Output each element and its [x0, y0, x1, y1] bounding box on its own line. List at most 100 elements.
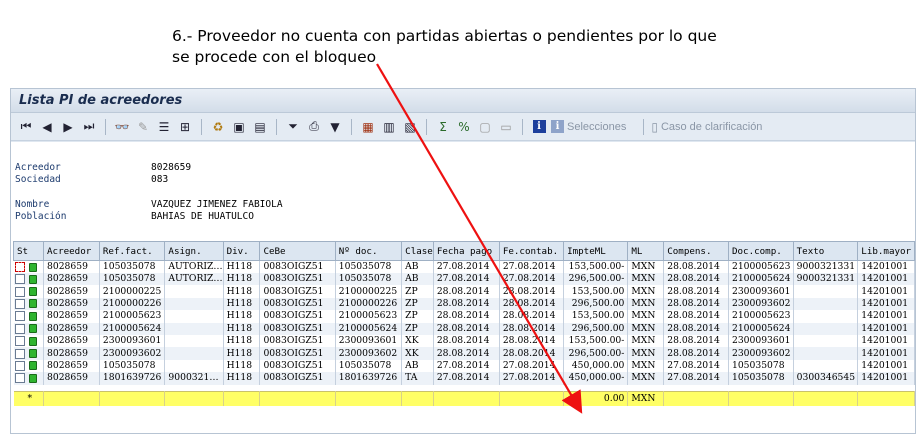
row-select-checkbox[interactable] — [14, 274, 25, 285]
table-cell: 8028659 — [43, 273, 100, 286]
status-wrap — [14, 311, 43, 322]
status-led-icon — [28, 361, 37, 371]
status-cell[interactable] — [13, 310, 45, 323]
row-select-checkbox[interactable] — [14, 298, 25, 309]
row-select-checkbox[interactable] — [14, 323, 25, 334]
sociedad-value: 083 — [151, 174, 169, 185]
column-header[interactable]: Lib.mayor — [857, 241, 915, 261]
status-cell[interactable] — [13, 322, 45, 335]
prev-page-icon[interactable]: ◀ — [38, 118, 56, 136]
status-cell[interactable] — [13, 273, 45, 286]
status-led-icon — [28, 287, 37, 297]
detail-icon[interactable]: ☰ — [155, 118, 173, 136]
document-icon[interactable]: ▤ — [251, 118, 269, 136]
table-cell: AUTORIZ… — [164, 273, 224, 286]
sum-icon[interactable]: Σ — [434, 118, 452, 136]
select-layout-icon[interactable]: ▥ — [380, 118, 398, 136]
column-header[interactable]: Clase — [401, 241, 434, 261]
table-cell: 8028659 — [43, 334, 100, 348]
layout-icon[interactable]: ▦ — [359, 118, 377, 136]
table-row[interactable]: 8028659 1801639726 9000321… H118 0083OIGZ51 1… — [13, 372, 915, 385]
export-icon[interactable]: ▢ — [476, 118, 494, 136]
first-page-icon[interactable]: ⏮ — [17, 118, 35, 136]
table-row[interactable]: 8028659 2100005623 H118 0083OIGZ51 210000562… — [13, 310, 915, 323]
table-row[interactable]: 8028659 2100005624 H118 0083OIGZ51 210000562… — [13, 322, 915, 335]
table-cell: H118 — [223, 359, 261, 373]
column-header[interactable]: Compens. — [663, 241, 729, 261]
selections-button[interactable]: i Selecciones — [551, 120, 626, 133]
table-cell: 0083OIGZ51 — [259, 334, 336, 348]
row-select-checkbox[interactable] — [14, 286, 25, 297]
last-page-icon[interactable]: ⏭ — [80, 118, 98, 136]
row-select-checkbox[interactable] — [14, 262, 25, 272]
table-cell — [793, 359, 859, 373]
print-icon[interactable]: ⎙ — [305, 118, 323, 136]
column-header[interactable]: Fecha pago — [432, 241, 500, 261]
change-icon[interactable]: ✎ — [134, 118, 152, 136]
status-cell[interactable] — [13, 297, 45, 311]
table-cell: 2100005624 — [335, 322, 403, 335]
items-table: St Acreedor Ref.fact. Asign. Div. CeBe Nº doc.… — [12, 241, 915, 406]
column-header[interactable]: Fe.contab. — [498, 241, 565, 261]
table-row[interactable]: 8028659 2300093601 H118 0083OIGZ51 230009360… — [13, 334, 915, 348]
status-led-icon — [28, 262, 37, 272]
column-header[interactable]: St — [12, 241, 45, 261]
table-cell: 8028659 — [43, 285, 100, 298]
refresh-icon[interactable]: ♻ — [209, 118, 227, 136]
status-cell[interactable] — [13, 285, 45, 298]
expand-icon[interactable]: ⊞ — [176, 118, 194, 136]
table-cell: 0083OIGZ51 — [259, 297, 336, 311]
status-led-icon — [28, 299, 37, 309]
total-cell — [499, 391, 565, 406]
table-cell: 27.08.2014 — [499, 273, 565, 286]
column-header[interactable]: Doc.comp. — [727, 241, 794, 261]
next-page-icon[interactable]: ▶ — [59, 118, 77, 136]
table-cell: 105035078 — [728, 372, 794, 385]
column-header[interactable]: Nº doc. — [334, 241, 403, 261]
status-wrap — [14, 298, 43, 309]
annotation-text: 6.- Proveedor no cuenta con partidas abi… — [172, 26, 717, 68]
table-cell: 8028659 — [43, 310, 100, 323]
column-header[interactable]: CeBe — [259, 241, 336, 261]
table-cell: 0083OIGZ51 — [259, 260, 336, 273]
table-cell: 2300093601 — [99, 334, 166, 348]
status-cell[interactable] — [13, 334, 45, 348]
table-cell: 2100000225 — [99, 285, 166, 298]
column-header[interactable]: Texto — [792, 241, 859, 261]
row-select-checkbox[interactable] — [14, 348, 25, 359]
table-cell: 27.08.2014 — [663, 359, 729, 373]
column-header[interactable]: Asign. — [164, 241, 224, 261]
filter-icon[interactable]: ⏷ — [284, 118, 302, 136]
column-header[interactable]: ImpteML — [563, 241, 629, 261]
subtotal-icon[interactable]: ▼ — [326, 118, 344, 136]
table-row[interactable]: 8028659 2100000225 H118 0083OIGZ51 210000022… — [13, 285, 915, 298]
column-header[interactable]: ML — [627, 241, 665, 261]
mail-icon[interactable]: ▭ — [497, 118, 515, 136]
table-cell: MXN — [627, 260, 665, 273]
row-select-checkbox[interactable] — [14, 336, 25, 347]
column-header[interactable]: Acreedor — [43, 241, 100, 261]
table-cell: 105035078 — [99, 273, 166, 286]
status-cell[interactable] — [13, 359, 45, 373]
overview-icon[interactable]: ▣ — [230, 118, 248, 136]
display-icon[interactable]: 👓 — [113, 118, 131, 136]
column-header[interactable]: Div. — [222, 241, 261, 261]
spacer-cell — [728, 384, 794, 392]
sort-icon[interactable]: % — [455, 118, 473, 136]
row-select-checkbox[interactable] — [14, 360, 25, 371]
table-row[interactable]: 8028659 2300093602 H118 0083OIGZ51 230009360… — [13, 347, 915, 360]
row-select-checkbox[interactable] — [14, 311, 25, 322]
table-row[interactable]: 8028659 105035078 AUTORIZ… H118 0083OIGZ51 10… — [13, 273, 915, 286]
column-header[interactable]: Ref.fact. — [98, 241, 166, 261]
table-row[interactable]: 8028659 2100000226 H118 0083OIGZ51 210000022… — [13, 297, 915, 311]
status-cell[interactable] — [13, 347, 45, 360]
status-cell[interactable] — [13, 372, 45, 385]
table-row[interactable]: 8028659 105035078 AUTORIZ… H118 0083OIGZ51 10… — [13, 260, 915, 273]
save-layout-icon[interactable]: ▧ — [401, 118, 419, 136]
status-cell[interactable] — [13, 260, 45, 273]
table-cell: 2300093601 — [728, 285, 794, 298]
clarification-button[interactable]: ▯ Caso de clarificación — [651, 120, 762, 134]
table-row[interactable]: 8028659 105035078 H118 0083OIGZ51 105035078 A… — [13, 359, 915, 373]
row-select-checkbox[interactable] — [14, 373, 25, 384]
info-icon[interactable]: i — [530, 118, 548, 136]
